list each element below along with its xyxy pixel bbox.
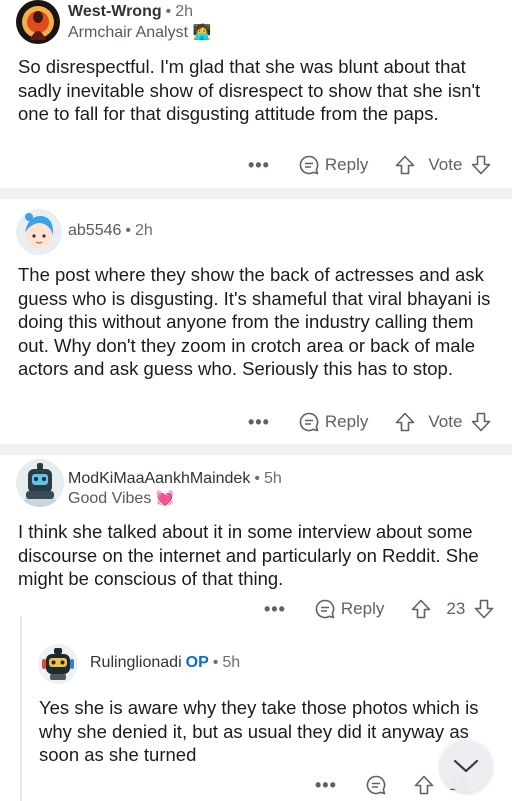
reply-button[interactable]: Reply — [298, 154, 368, 176]
upvote-button[interactable] — [394, 154, 416, 176]
more-options-button[interactable]: ••• — [315, 775, 337, 796]
meta-dot: • — [165, 3, 172, 20]
more-options-button[interactable]: ••• — [248, 412, 270, 433]
avatar-west-wrong[interactable] — [16, 0, 60, 44]
upvote-button[interactable] — [410, 598, 432, 620]
vote-count: 23 — [446, 599, 466, 618]
comment-username[interactable]: ab5546 • 2h — [68, 222, 153, 240]
thread-line[interactable] — [20, 616, 22, 801]
upvote-button[interactable] — [413, 774, 435, 796]
comment-1: West-Wrong • 2h Armchair Analyst 🧑‍💻 So di… — [0, 0, 512, 188]
downvote-arrow-icon — [472, 412, 491, 432]
reply-icon — [366, 775, 386, 795]
comment-time: 5h — [263, 470, 282, 487]
username-text[interactable]: ModKiMaaAankhMaindek — [68, 470, 250, 487]
flair-text: Good Vibes — [68, 490, 152, 507]
reply-icon — [299, 412, 319, 432]
downvote-button[interactable] — [470, 411, 492, 433]
avatar-image — [38, 644, 78, 684]
comment-body: Yes she is aware why they take those pho… — [39, 697, 479, 765]
comment-separator — [0, 444, 512, 455]
more-options-button[interactable]: ••• — [248, 155, 270, 176]
comment-actions: ••• Reply 23 — [264, 597, 495, 621]
avatar-image — [16, 0, 60, 44]
comment-time: 5h — [222, 654, 241, 671]
comment-time: 2h — [135, 222, 153, 239]
reply-button[interactable]: Reply — [314, 598, 384, 620]
downvote-button[interactable] — [473, 598, 495, 620]
upvote-arrow-icon — [412, 599, 431, 619]
reply-label: Reply — [340, 599, 385, 618]
comment-body: So disrespectful. I'm glad that she was … — [18, 56, 481, 124]
heart-emoji: 💓 — [155, 490, 175, 507]
reply-label: Reply — [324, 412, 369, 431]
flair-text: Armchair Analyst — [68, 24, 189, 41]
comment-4-reply: Rulinglionadi OP • 5h Yes she is aware why … — [32, 636, 512, 801]
chevron-down-icon — [453, 759, 479, 773]
avatar-ab5546[interactable] — [16, 209, 62, 255]
comment-username[interactable]: Rulinglionadi OP • 5h — [90, 654, 240, 672]
comment-actions: ••• Reply Vote — [248, 153, 492, 177]
reply-icon — [299, 155, 319, 175]
comment-separator — [0, 188, 512, 199]
meta-dot: • — [212, 654, 219, 671]
comment-username[interactable]: ModKiMaaAankhMaindek • 5h — [68, 470, 282, 488]
user-flair: Armchair Analyst 🧑‍💻 — [68, 23, 211, 42]
meta-dot: • — [254, 470, 260, 487]
reply-icon — [315, 599, 335, 619]
collapse-thread-button[interactable] — [440, 740, 492, 792]
avatar-rulinglionadi[interactable] — [38, 644, 78, 684]
downvote-arrow-icon — [472, 155, 491, 175]
avatar-modkimaa[interactable] — [16, 459, 64, 507]
comment-2: ab5546 • 2h The post where they show the b… — [0, 199, 512, 444]
upvote-arrow-icon — [396, 412, 415, 432]
reply-button[interactable]: Reply — [298, 411, 368, 433]
more-options-button[interactable]: ••• — [264, 599, 286, 620]
upvote-arrow-icon — [396, 155, 415, 175]
username-text[interactable]: Rulinglionadi — [90, 654, 182, 671]
upvote-button[interactable] — [394, 411, 416, 433]
downvote-arrow-icon — [474, 599, 494, 619]
op-badge: OP — [185, 654, 209, 671]
downvote-button[interactable] — [470, 154, 492, 176]
reply-label: Reply — [324, 155, 369, 174]
comment-body: The post where they show the back of act… — [18, 264, 491, 379]
vote-label: Vote — [428, 412, 463, 431]
comment-username[interactable]: West-Wrong • 2h — [68, 3, 193, 21]
comment-body: I think she talked about it in some inte… — [18, 521, 479, 589]
avatar-image — [16, 459, 64, 507]
vote-label: Vote — [428, 155, 463, 174]
technologist-emoji: 🧑‍💻 — [192, 24, 212, 41]
comment-time: 2h — [175, 3, 194, 20]
user-flair: Good Vibes 💓 — [68, 489, 174, 508]
username-text[interactable]: ab5546 — [68, 222, 121, 239]
avatar-image — [16, 209, 62, 255]
username-text[interactable]: West-Wrong — [68, 3, 162, 20]
meta-dot: • — [125, 222, 131, 239]
reply-button[interactable] — [365, 774, 387, 796]
upvote-arrow-icon — [414, 775, 434, 795]
comment-actions: ••• Reply Vote — [248, 410, 492, 434]
